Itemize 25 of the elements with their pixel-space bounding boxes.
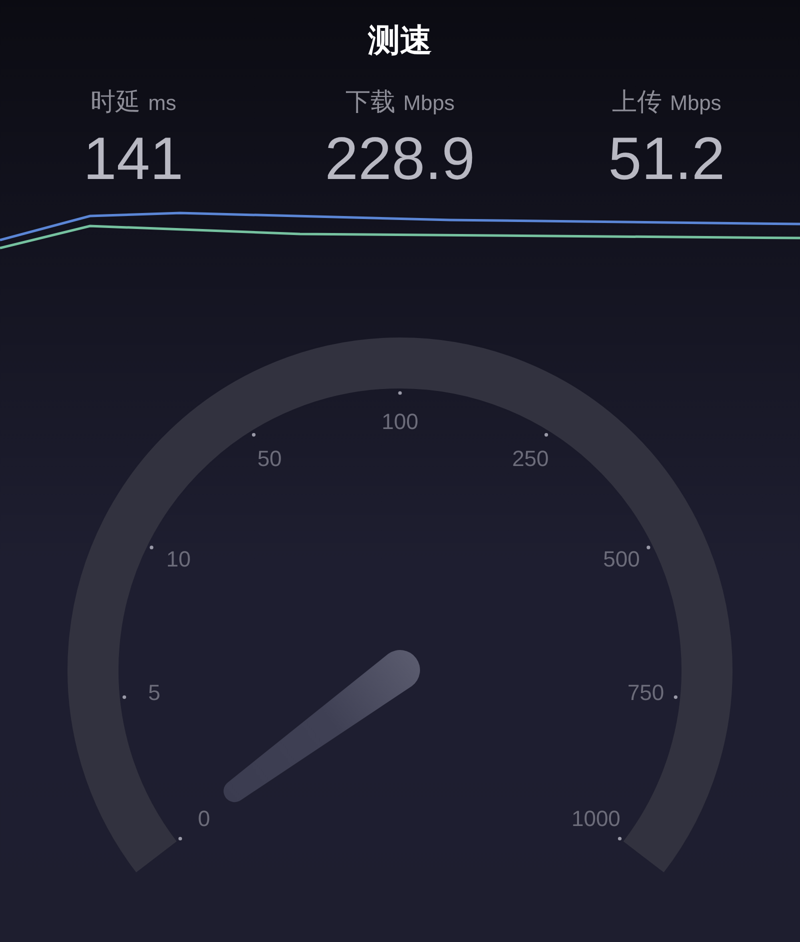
tick-dot — [122, 695, 126, 699]
stat-value: 228.9 — [324, 124, 476, 194]
tick-dot — [398, 391, 402, 395]
tick-label: 100 — [382, 408, 418, 434]
page-title: 测速 — [368, 20, 432, 61]
tick-label: 750 — [627, 680, 664, 706]
tick-dot — [618, 836, 622, 840]
tick-label: 10 — [166, 546, 191, 572]
stat-label: 上传 Mbps — [612, 86, 722, 118]
tick-dot — [674, 695, 678, 699]
stat-label: 下载 Mbps — [345, 86, 455, 118]
tick-label: 5 — [148, 680, 160, 706]
tick-dot — [252, 432, 256, 437]
tick-label: 500 — [603, 546, 640, 572]
tick-dot — [150, 546, 154, 550]
tick-dot — [544, 432, 548, 437]
stat-label: 时延 ms — [90, 86, 176, 118]
tick-label: 0 — [198, 806, 210, 832]
tick-label: 250 — [512, 446, 549, 472]
tick-label: 50 — [257, 446, 282, 472]
tick-dot — [646, 546, 650, 550]
tick-dot — [178, 836, 182, 840]
stat-value: 51.2 — [608, 124, 726, 194]
tick-label: 1000 — [571, 806, 620, 832]
stat-value: 141 — [83, 124, 184, 194]
